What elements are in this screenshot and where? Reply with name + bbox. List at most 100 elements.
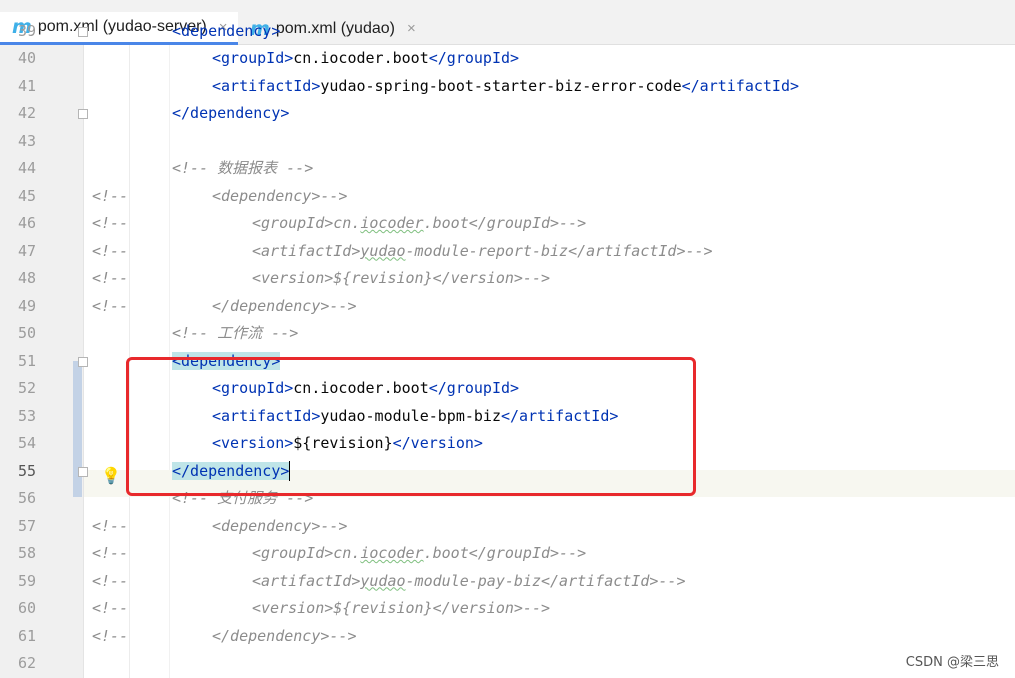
code-text: <artifactId>yudao-module-report-biz</art…: [252, 238, 713, 266]
line-number: 62: [17, 654, 36, 672]
code-line[interactable]: 42 </dependency>: [0, 100, 1015, 128]
code-line[interactable]: 47 <!-- <artifactId>yudao-module-report-bi…: [0, 238, 1015, 266]
line-number: 46: [17, 214, 36, 232]
code-line[interactable]: 46 <!-- <groupId>cn.iocoder.boot</groupId>…: [0, 210, 1015, 238]
line-number: 47: [17, 241, 36, 260]
code-text: <version>${revision}</version>-->: [252, 265, 550, 293]
code-text: </dependency>: [172, 100, 289, 128]
code-token: yudao: [360, 241, 406, 260]
line-number: 45: [17, 186, 36, 205]
code-token: yudao-spring-boot-starter-biz-error-code: [320, 76, 682, 95]
code-token: <groupId>: [212, 49, 294, 67]
line-comment-marker: <!--: [92, 599, 129, 617]
code-line[interactable]: 58 <!-- <groupId>cn.iocoder.boot</groupId>…: [0, 540, 1015, 568]
line-number: 53: [17, 406, 36, 425]
line-comment-marker: <!--: [92, 544, 129, 562]
code-token: -module-pay-biz</artifactId>-->: [405, 571, 686, 590]
line-number: 42: [17, 104, 36, 122]
line-number: 40: [17, 49, 36, 67]
code-line[interactable]: 57 <!-- <dependency>-->: [0, 513, 1015, 541]
code-text: <!-- 工作流 -->: [172, 320, 298, 348]
line-number: 59: [17, 571, 36, 590]
code-text: <artifactId>yudao-spring-boot-starter-bi…: [212, 73, 799, 101]
code-token: <dependency>: [172, 22, 281, 40]
code-token: yudao: [360, 571, 406, 590]
line-number: 58: [17, 544, 36, 562]
code-text: </dependency>-->: [212, 623, 357, 651]
line-number: 41: [17, 76, 36, 95]
code-token: <artifactId>: [252, 571, 361, 590]
code-token: <dependency>-->: [212, 186, 348, 205]
code-text: <groupId>cn.iocoder.boot</groupId>-->: [252, 210, 586, 238]
line-comment-marker: <!--: [92, 571, 129, 590]
code-line[interactable]: 44 <!-- 数据报表 -->: [0, 155, 1015, 183]
code-text: <dependency>-->: [212, 513, 347, 541]
code-line[interactable]: 49 <!-- </dependency>-->: [0, 293, 1015, 321]
code-token: .boot</groupId>-->: [423, 214, 587, 232]
code-text: <dependency>-->: [212, 183, 347, 211]
code-token: <groupId>cn.: [252, 544, 361, 562]
code-text: <!-- 数据报表 -->: [172, 155, 313, 183]
code-line[interactable]: 59 <!-- <artifactId>yudao-module-pay-biz</…: [0, 568, 1015, 596]
line-comment-marker: <!--: [92, 241, 129, 260]
code-token: </dependency>: [172, 104, 290, 122]
line-number: 44: [17, 159, 36, 177]
code-token: <groupId>cn.: [252, 214, 361, 232]
watermark: CSDN @梁三思: [905, 655, 999, 670]
line-number: 57: [17, 516, 36, 535]
code-token: -module-report-biz</artifactId>-->: [405, 241, 713, 260]
line-number: 56: [17, 489, 36, 507]
code-text: <version>${revision}</version>-->: [252, 595, 550, 623]
annotation-highlight-box: [126, 357, 696, 496]
code-token: <version>${revision}</version>-->: [252, 269, 551, 287]
code-text: </dependency>-->: [212, 293, 357, 321]
line-comment-marker: <!--: [92, 269, 129, 287]
fold-marker-icon[interactable]: [78, 356, 88, 367]
line-number: 49: [17, 296, 36, 315]
code-token: </groupId>: [428, 49, 520, 67]
code-token: cn.iocoder.boot: [293, 49, 429, 67]
fold-marker-icon[interactable]: [78, 466, 88, 477]
code-token: <!-- 数据报表 -->: [172, 159, 314, 177]
line-number: 54: [17, 434, 36, 452]
code-line[interactable]: 41 <artifactId>yudao-spring-boot-starter-…: [0, 73, 1015, 101]
line-comment-marker: <!--: [92, 516, 129, 535]
line-number: 52: [17, 379, 36, 397]
code-token: <!-- 工作流 -->: [172, 324, 299, 342]
code-editor[interactable]: 39 <dependency> 40 <groupId>cn.iocoder.boot…: [0, 22, 1015, 678]
line-comment-marker: <!--: [92, 296, 129, 315]
code-line[interactable]: 40 <groupId>cn.iocoder.boot</groupId>: [0, 45, 1015, 73]
line-number: 39: [17, 22, 36, 40]
code-text: <groupId>cn.iocoder.boot</groupId>-->: [252, 540, 586, 568]
fold-marker-icon[interactable]: [78, 109, 88, 119]
code-line[interactable]: 39 <dependency>: [0, 22, 1015, 45]
line-number: 43: [17, 131, 36, 150]
code-line[interactable]: 45 <!-- <dependency>-->: [0, 183, 1015, 211]
code-token: iocoder: [360, 544, 424, 562]
code-text: <groupId>cn.iocoder.boot</groupId>: [212, 45, 519, 73]
code-token: <artifactId>: [252, 241, 361, 260]
code-token: .boot</groupId>-->: [423, 544, 587, 562]
line-comment-marker: <!--: [92, 186, 129, 205]
code-token: <artifactId>: [212, 76, 321, 95]
code-line[interactable]: 60 <!-- <version>${revision}</version>-->: [0, 595, 1015, 623]
line-number: 60: [17, 599, 36, 617]
line-number: 50: [17, 324, 36, 342]
line-number: 51: [17, 351, 36, 370]
code-line[interactable]: 61 <!-- </dependency>-->: [0, 623, 1015, 651]
line-number: 55: [17, 461, 36, 480]
line-number: 61: [17, 626, 36, 645]
code-line[interactable]: 48 <!-- <version>${revision}</version>-->: [0, 265, 1015, 293]
fold-marker-icon[interactable]: [78, 27, 88, 37]
code-line[interactable]: 62: [0, 650, 1015, 678]
line-comment-marker: <!--: [92, 626, 129, 645]
code-token: <dependency>-->: [212, 516, 348, 535]
line-number: 48: [17, 269, 36, 287]
code-token: </artifactId>: [681, 76, 800, 95]
code-line[interactable]: 50 <!-- 工作流 -->: [0, 320, 1015, 348]
code-token: </dependency>-->: [212, 296, 357, 315]
code-line[interactable]: 43: [0, 128, 1015, 156]
code-token: </dependency>-->: [212, 626, 357, 645]
code-token: <version>${revision}</version>-->: [252, 599, 551, 617]
code-token: iocoder: [360, 214, 424, 232]
